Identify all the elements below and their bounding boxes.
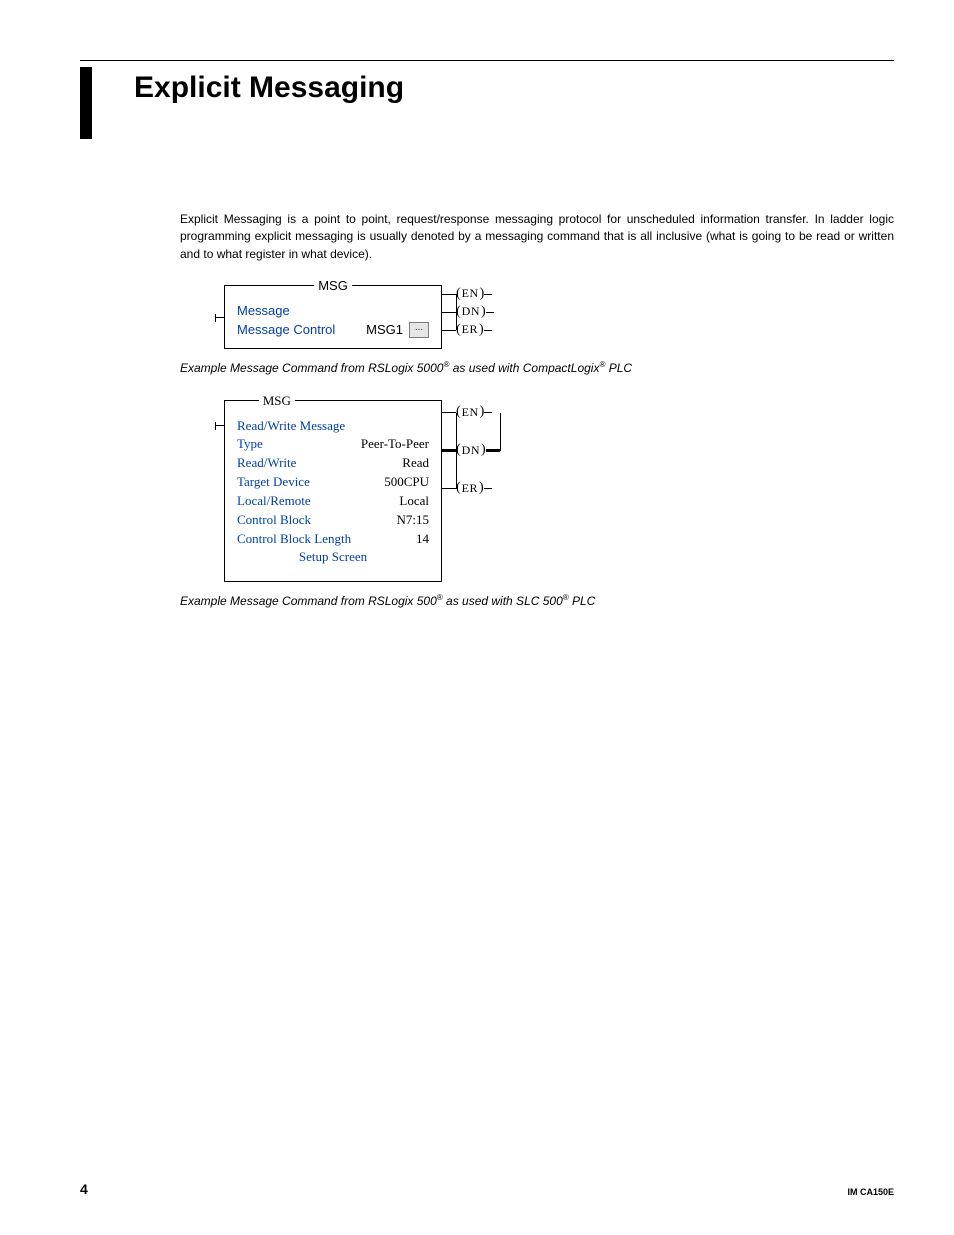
coil-en: (EN) [442, 285, 494, 303]
msg-row-rw-message: Read/Write Message [237, 417, 429, 436]
doc-id: IM CA150E [847, 1187, 894, 1197]
msg-value: Peer-To-Peer [361, 435, 429, 454]
wire [486, 312, 494, 313]
wire [484, 488, 492, 489]
msg-label: Target Device [237, 473, 310, 492]
msg-value: Read [402, 454, 429, 473]
body: Explicit Messaging is a point to point, … [180, 211, 894, 611]
wire [442, 312, 456, 313]
msg-row-control-block: Control Block N7:15 [237, 511, 429, 530]
msg-label: Control Block Length [237, 530, 351, 549]
msg-block-500: MSG Read/Write Message Type Peer-To-Peer… [224, 400, 894, 583]
msg-label: Local/Remote [237, 492, 311, 511]
msg-box: MSG Read/Write Message Type Peer-To-Peer… [224, 400, 442, 583]
msg-label: Read/Write Message [237, 417, 345, 436]
msg-label: Setup Screen [299, 548, 367, 567]
page: Explicit Messaging Explicit Messaging is… [0, 0, 954, 1235]
msg-value: MSG1 [366, 321, 403, 340]
coil-er: (ER) [442, 321, 494, 339]
rung-connector [215, 317, 225, 318]
page-title: Explicit Messaging [134, 67, 404, 105]
coil-outputs: (EN) (DN) (ER) [442, 285, 494, 349]
msg-box: MSG Message Message Control MSG1 ... [224, 285, 442, 349]
msg-legend: MSG [314, 277, 352, 296]
msg-row-target-device: Target Device 500CPU [237, 473, 429, 492]
msg-row-setup-screen: Setup Screen [237, 548, 429, 567]
msg-value: 500CPU [384, 473, 429, 492]
coil-dn: (DN) [442, 303, 494, 321]
coil-en: (EN) [442, 404, 500, 422]
coil-dn: (DN) [442, 442, 500, 460]
page-number: 4 [80, 1181, 88, 1197]
wire-thick [442, 449, 456, 452]
wire [442, 330, 456, 331]
footer: 4 IM CA150E [60, 1181, 894, 1197]
bus-line [456, 294, 457, 330]
wire [442, 294, 456, 295]
intro-paragraph: Explicit Messaging is a point to point, … [180, 211, 894, 263]
wire [442, 488, 456, 489]
msg-label: Type [237, 435, 263, 454]
msg-row-message: Message [237, 302, 429, 321]
wire [484, 330, 492, 331]
wire [484, 412, 492, 413]
msg-value: Local [399, 492, 429, 511]
figure-caption-5000: Example Message Command from RSLogix 500… [180, 359, 894, 377]
figure-msg-500: MSG Read/Write Message Type Peer-To-Peer… [180, 400, 894, 611]
msg-value: N7:15 [397, 511, 430, 530]
header: Explicit Messaging [80, 67, 894, 139]
msg-row-message-control: Message Control MSG1 ... [237, 321, 429, 340]
msg-legend: MSG [259, 392, 295, 411]
top-rule [80, 60, 894, 61]
bus-line [456, 413, 457, 489]
ellipsis-button[interactable]: ... [409, 322, 429, 338]
rung-connector [215, 425, 225, 426]
figure-caption-500: Example Message Command from RSLogix 500… [180, 592, 894, 610]
wire [442, 412, 456, 413]
msg-label: Read/Write [237, 454, 296, 473]
figure-msg-5000: MSG Message Message Control MSG1 ... [180, 285, 894, 377]
msg-label: Message Control [237, 321, 335, 340]
msg-value: 14 [416, 530, 429, 549]
msg-row-local-remote: Local/Remote Local [237, 492, 429, 511]
section-marker [80, 67, 92, 139]
coil-outputs: (EN) (DN) (ER) [442, 400, 500, 550]
wire [484, 294, 492, 295]
coil-er: (ER) [442, 480, 500, 498]
msg-label: Message [237, 302, 290, 321]
bus-line-right [500, 413, 501, 451]
msg-row-type: Type Peer-To-Peer [237, 435, 429, 454]
msg-row-readwrite: Read/Write Read [237, 454, 429, 473]
wire-thick [486, 449, 500, 452]
msg-label: Control Block [237, 511, 311, 530]
msg-block-5000: MSG Message Message Control MSG1 ... [224, 285, 894, 349]
msg-row-control-block-length: Control Block Length 14 [237, 530, 429, 549]
